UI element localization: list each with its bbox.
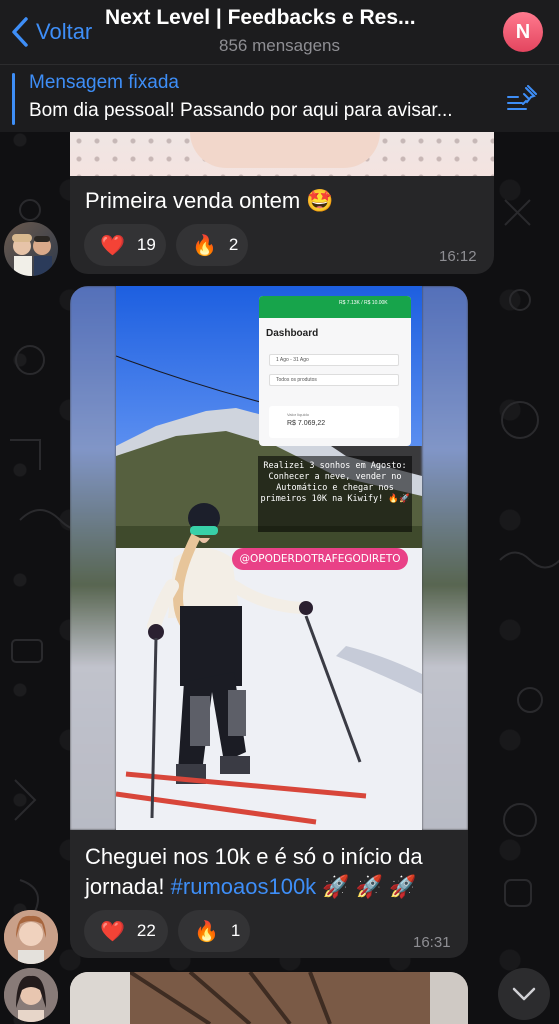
reaction-count: 2 (228, 235, 239, 254)
story-image: R$ 7.13K / R$ 10.00K Dashboard 1 Ago - 3… (116, 286, 422, 830)
dashboard-period: 1 Ago - 31 Ago (269, 354, 399, 366)
hashtag-link[interactable]: #rumoaos100k (171, 874, 317, 899)
member-count: 856 mensagens (219, 36, 340, 55)
message-time: 16:31 (413, 934, 451, 951)
message-text: Cheguei nos 10k e é só o início da jorna… (85, 842, 455, 902)
avatar-photo (4, 910, 58, 964)
photo-blur-right (422, 286, 468, 830)
message-photo[interactable] (70, 972, 468, 1024)
reaction-count: 22 (136, 921, 156, 940)
reaction-fire[interactable]: 🔥 2 (176, 224, 248, 266)
reaction-count: 19 (136, 235, 156, 254)
pinned-message[interactable]: Mensagem fixada Bom dia pessoal! Passand… (0, 64, 559, 132)
photo-subject (190, 132, 380, 168)
photo-blur-left (70, 286, 116, 830)
dashboard-value-card: Valor líquido R$ 7.069,22 (269, 406, 399, 438)
group-avatar[interactable]: N (503, 12, 543, 52)
fire-icon: 🔥 (194, 920, 219, 943)
avatar-photo (4, 968, 58, 1022)
heart-icon: ❤️ (100, 234, 125, 257)
reaction-heart[interactable]: ❤️ 19 (84, 224, 166, 266)
chevron-down-icon (512, 987, 536, 1001)
roof-photo (70, 972, 468, 1024)
pinned-indicator (12, 73, 15, 125)
sender-avatar[interactable] (4, 222, 58, 276)
pinned-title: Mensagem fixada (29, 72, 179, 93)
sender-avatar[interactable] (4, 968, 58, 1022)
pinned-text: Bom dia pessoal! Passando por aqui para … (29, 100, 453, 121)
reaction-heart[interactable]: ❤️ 22 (84, 910, 168, 952)
dashboard-progress: R$ 7.13K / R$ 10.00K (339, 300, 388, 306)
message-photo[interactable] (70, 132, 494, 176)
dashboard-filter: Todos os produtos (269, 374, 399, 386)
pin-list-icon[interactable] (506, 85, 538, 113)
fire-icon: 🔥 (192, 234, 217, 257)
reaction-count: 1 (230, 921, 241, 940)
chat-header: Voltar Next Level | Feedbacks e Res... 8… (0, 0, 559, 64)
dashboard-topbar: R$ 7.13K / R$ 10.00K (259, 296, 411, 318)
message-text: Primeira venda ontem 🤩 (85, 188, 334, 213)
heart-icon: ❤️ (100, 920, 125, 943)
message-photo[interactable]: R$ 7.13K / R$ 10.00K Dashboard 1 Ago - 3… (70, 286, 468, 830)
message-time: 16:12 (439, 248, 477, 265)
dashboard-screenshot: R$ 7.13K / R$ 10.00K Dashboard 1 Ago - 3… (259, 296, 411, 446)
avatar-letter: N (515, 20, 531, 43)
chat-title[interactable]: Next Level | Feedbacks e Res... (105, 6, 455, 30)
rocket-emojis: 🚀 🚀 🚀 (322, 874, 417, 899)
story-caption: Realizei 3 sonhos em Agosto: Conhecer a … (258, 456, 412, 532)
dashboard-title: Dashboard (266, 328, 319, 339)
sender-avatar[interactable] (4, 910, 58, 964)
dashboard-value: R$ 7.069,22 (287, 420, 326, 427)
avatar-photo (12, 234, 52, 276)
story-mention-tag: @OPODERDOTRAFEGODIRETO (232, 548, 408, 570)
dashboard-value-label: Valor líquido (287, 412, 309, 417)
scroll-down-button[interactable] (498, 968, 550, 1020)
reaction-fire[interactable]: 🔥 1 (178, 910, 250, 952)
